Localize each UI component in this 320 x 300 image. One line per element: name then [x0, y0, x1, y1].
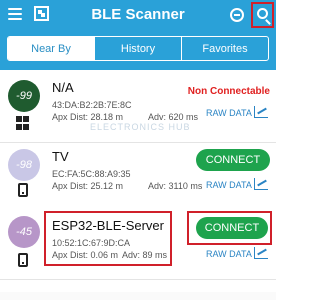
chart-icon[interactable]: [254, 106, 268, 118]
tab-group: Near By History Favorites: [7, 36, 269, 61]
chart-icon[interactable]: [254, 247, 268, 259]
device-name: N/A: [52, 80, 74, 95]
raw-data-link[interactable]: RAW DATA: [206, 108, 252, 118]
phone-icon: [18, 183, 28, 197]
device-row[interactable]: -98 TV EC:FA:5C:88:A9:35 Apx Dist: 25.12…: [0, 143, 276, 212]
phone-icon: [18, 253, 28, 267]
chart-icon[interactable]: [254, 178, 268, 190]
tab-favorites[interactable]: Favorites: [182, 37, 268, 60]
device-address: 43:DA:B2:2B:7E:8C: [52, 100, 132, 110]
search-icon: [257, 8, 268, 19]
device-row[interactable]: -99 N/A 43:DA:B2:2B:7E:8C Apx Dist: 28.1…: [0, 74, 276, 143]
status-badge: Non Connectable: [187, 86, 270, 97]
rssi-badge: -99: [8, 80, 40, 112]
raw-data-link[interactable]: RAW DATA: [206, 180, 252, 190]
device-adv-interval: Adv: 3110 ms: [148, 181, 203, 191]
list-footer: [0, 292, 276, 300]
device-name: TV: [52, 149, 69, 164]
connect-button[interactable]: CONNECT: [196, 149, 270, 171]
app-bar: BLE Scanner: [0, 0, 276, 30]
rssi-badge: -45: [8, 216, 40, 248]
device-address: EC:FA:5C:88:A9:35: [52, 169, 131, 179]
rssi-badge: -98: [8, 149, 40, 181]
tab-near-by[interactable]: Near By: [8, 37, 95, 60]
watermark: ELECTRONICS HUB: [90, 122, 191, 132]
tab-history[interactable]: History: [95, 37, 182, 60]
highlight-box-connect: [187, 211, 272, 245]
windows-icon: [16, 116, 30, 130]
search-button[interactable]: [251, 2, 274, 28]
device-distance: Apx Dist: 25.12 m: [52, 181, 124, 191]
tab-bar: Near By History Favorites: [0, 30, 276, 70]
globe-icon[interactable]: [230, 8, 244, 22]
raw-data-link[interactable]: RAW DATA: [206, 249, 252, 259]
highlight-box-device-info: [44, 211, 172, 266]
